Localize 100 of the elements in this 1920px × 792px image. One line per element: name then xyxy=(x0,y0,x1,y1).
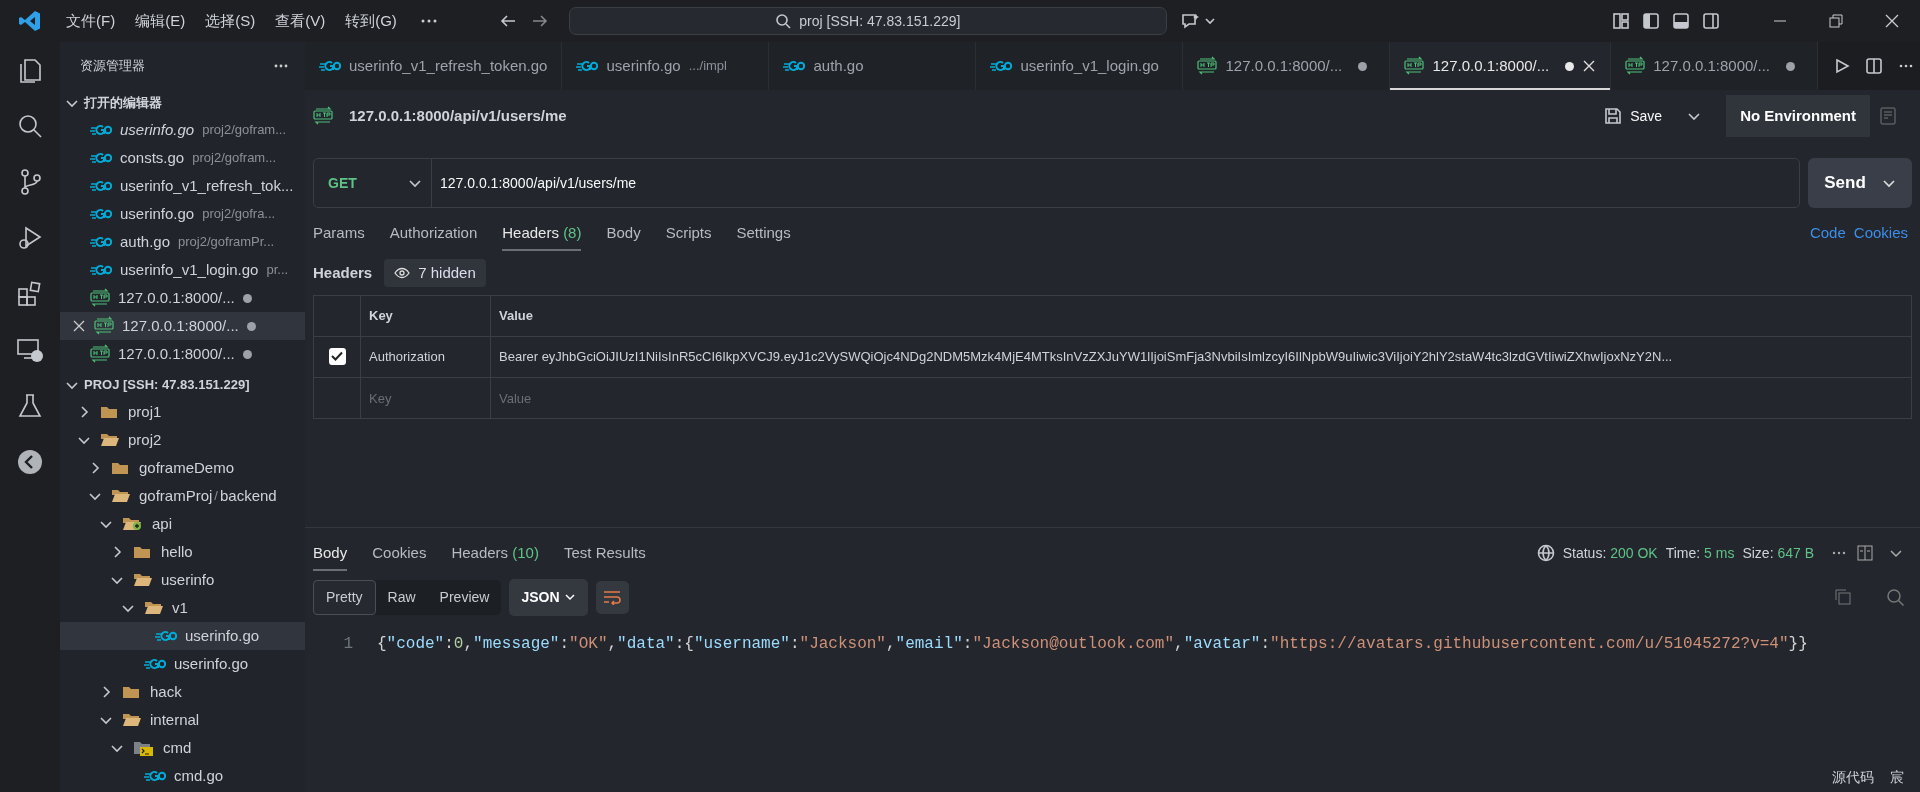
editor-tab[interactable]: userinfo_v1_refresh_token.go xyxy=(305,42,563,90)
tree-item[interactable]: userinfo xyxy=(60,566,305,594)
tree-item[interactable]: goframeDemo xyxy=(60,454,305,482)
request-tab[interactable]: Headers (8) xyxy=(502,216,582,251)
sidebar-toggle-icon[interactable] xyxy=(1642,12,1660,30)
http-file-icon xyxy=(90,344,110,364)
section-header[interactable]: 打开的编辑器 xyxy=(60,90,305,116)
remote-monitor-icon[interactable] xyxy=(16,336,44,364)
run-icon[interactable] xyxy=(1834,58,1851,74)
section-label: Headers xyxy=(313,262,373,283)
response-tab[interactable]: Cookies xyxy=(372,536,427,571)
menu-item[interactable]: 文件(F) xyxy=(56,9,126,33)
checkbox[interactable] xyxy=(328,347,346,365)
unsaved-dot xyxy=(242,293,252,303)
editor-tab[interactable]: 127.0.0.1:8000/... xyxy=(1183,42,1391,90)
menu-item[interactable]: 转到(G) xyxy=(335,9,407,33)
editor-tab[interactable]: auth.go xyxy=(769,42,977,90)
split-editor-icon[interactable] xyxy=(1866,58,1883,74)
method-selector[interactable]: GET xyxy=(314,159,432,207)
open-editor-item[interactable]: 127.0.0.1:8000/... xyxy=(60,340,305,368)
customize-layout-icon[interactable] xyxy=(1612,12,1630,30)
search-icon[interactable] xyxy=(16,112,44,140)
open-editor-item[interactable]: consts.go proj2/gofram... xyxy=(60,144,305,172)
app-logo-icon xyxy=(18,9,42,33)
tree-item[interactable]: userinfo.go xyxy=(60,650,305,678)
request-tab[interactable]: Settings xyxy=(736,216,791,251)
save-button[interactable]: Save xyxy=(1596,101,1671,131)
header-key: Authorization xyxy=(369,349,445,365)
search-field[interactable]: proj [SSH: 47.83.151.229] xyxy=(568,7,1167,35)
flask-icon[interactable] xyxy=(16,392,44,420)
http-file-icon xyxy=(1197,56,1218,76)
unsaved-dot xyxy=(242,349,252,359)
go-file-icon xyxy=(576,60,599,72)
tree-item[interactable]: cmd.go xyxy=(60,762,305,790)
view-mode-tab[interactable]: Raw xyxy=(375,580,428,614)
tree-item[interactable]: proj1 xyxy=(60,398,305,426)
menu-item[interactable]: 选择(S) xyxy=(195,9,266,33)
environment-selector[interactable]: No Environment xyxy=(1726,95,1870,137)
tree-item[interactable]: hello xyxy=(60,538,305,566)
request-tab[interactable]: Authorization xyxy=(389,216,478,251)
http-file-icon xyxy=(1625,56,1646,76)
url-bar[interactable]: GET 127.0.0.1:8000/api/v1/users/me xyxy=(313,158,1800,208)
editor-tab[interactable]: 127.0.0.1:8000/... xyxy=(1611,42,1819,90)
format-dropdown[interactable]: JSON xyxy=(509,578,588,616)
editor-tab[interactable]: userinfo_v1_login.go xyxy=(976,42,1184,90)
go-file-icon xyxy=(90,124,112,136)
open-editor-item[interactable]: 127.0.0.1:8000/... xyxy=(60,284,305,312)
send-button[interactable]: Send xyxy=(1808,158,1912,208)
editor-tab[interactable]: 127.0.0.1:8000/... xyxy=(1390,42,1612,90)
close-icon[interactable] xyxy=(1582,59,1597,73)
tree-item[interactable]: goframProj/backend xyxy=(60,482,305,510)
tree-item[interactable]: api xyxy=(60,510,305,538)
word-wrap-icon xyxy=(603,589,621,605)
run-debug-icon[interactable] xyxy=(16,224,44,252)
close-icon[interactable] xyxy=(72,319,86,333)
globe-icon[interactable] xyxy=(1536,544,1555,563)
response-tab[interactable]: Headers (10) xyxy=(451,536,539,571)
tree-item[interactable]: internal xyxy=(60,706,305,734)
hidden-headers-button[interactable]: 7 hidden xyxy=(384,258,486,287)
chat-sparkle-icon[interactable] xyxy=(1180,12,1215,30)
request-title: 127.0.0.1:8000/api/v1/users/me xyxy=(349,105,567,126)
tree-item[interactable]: v1 xyxy=(60,594,305,622)
tree-item[interactable]: userinfo.go xyxy=(60,622,305,650)
open-editor-item[interactable]: userinfo_v1_login.go pr... xyxy=(60,256,305,284)
layout-icon[interactable] xyxy=(1856,544,1874,563)
link[interactable]: Cookies xyxy=(1853,222,1908,245)
section-header[interactable]: PROJ [SSH: 47.83.151.229] xyxy=(60,372,305,398)
view-mode-tab[interactable]: Pretty xyxy=(313,579,376,615)
request-tab[interactable]: Body xyxy=(606,216,641,251)
request-tab[interactable]: Scripts xyxy=(665,216,712,251)
go-file-icon xyxy=(90,264,112,276)
key-field[interactable]: Key xyxy=(361,378,490,418)
request-tab[interactable]: Params xyxy=(313,216,365,251)
menu-item[interactable]: 编辑(E) xyxy=(125,9,196,33)
panel-toggle-icon[interactable] xyxy=(1672,12,1690,30)
status-bar-item[interactable]: 宸 xyxy=(1890,767,1904,788)
menu-item[interactable]: 查看(V) xyxy=(265,9,336,33)
tree-item[interactable]: proj2 xyxy=(60,426,305,454)
open-editor-item[interactable]: userinfo_v1_refresh_tok... xyxy=(60,172,305,200)
value-field[interactable]: Value xyxy=(491,378,1911,418)
secondary-sidebar-icon[interactable] xyxy=(1702,12,1720,30)
open-editor-item[interactable]: userinfo.go proj2/gofram... xyxy=(60,116,305,144)
badge-circle-icon[interactable] xyxy=(16,448,44,476)
editor-tab[interactable]: userinfo.go .../impl xyxy=(562,42,770,90)
tree-item[interactable]: cmd xyxy=(60,734,305,762)
link[interactable]: Code xyxy=(1809,222,1846,245)
tree-item[interactable]: hack xyxy=(60,678,305,706)
eye-icon xyxy=(394,266,411,279)
open-editor-item[interactable]: userinfo.go proj2/gofra... xyxy=(60,200,305,228)
status-bar-item[interactable]: 源代码 xyxy=(1832,767,1874,788)
response-tab[interactable]: Test Results xyxy=(563,536,646,571)
response-tab[interactable]: Body xyxy=(313,536,348,571)
open-editor-item[interactable]: auth.go proj2/goframPr... xyxy=(60,228,305,256)
close-icon[interactable] xyxy=(1884,13,1900,29)
word-wrap-button[interactable] xyxy=(595,580,629,614)
go-file-icon xyxy=(90,236,112,248)
line-number: 1 xyxy=(342,633,353,655)
restore-icon[interactable] xyxy=(1828,13,1844,29)
view-mode-tab[interactable]: Preview xyxy=(427,580,502,614)
open-editor-item[interactable]: 127.0.0.1:8000/... xyxy=(60,312,305,340)
